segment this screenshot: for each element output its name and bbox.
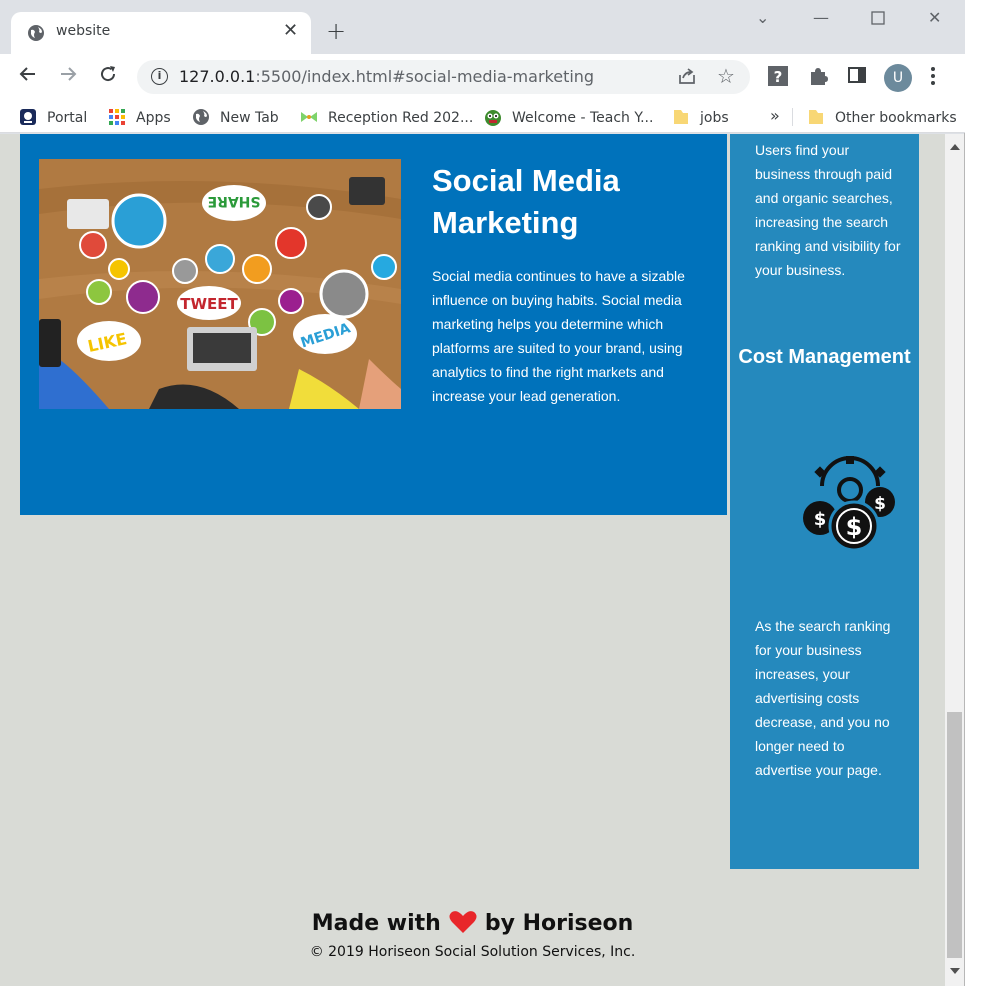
bookmark-star-icon[interactable]: ☆ bbox=[717, 64, 735, 88]
tab-search-chevron-icon[interactable]: ⌄ bbox=[756, 8, 769, 27]
section-body: Social media continues to have a sizable… bbox=[432, 268, 685, 404]
svg-text:$: $ bbox=[874, 494, 886, 514]
maximize-button[interactable] bbox=[871, 10, 885, 29]
page-viewport: SHARE TWEET LIKE MEDIA Social Media Mark… bbox=[0, 134, 945, 986]
close-window-button[interactable]: ✕ bbox=[928, 8, 941, 27]
scroll-down-arrow-icon[interactable] bbox=[950, 968, 960, 974]
share-bubble-text: SHARE bbox=[208, 193, 261, 209]
profile-avatar[interactable]: U bbox=[884, 64, 912, 92]
url-text[interactable]: 127.0.0.1:5500/index.html#social-media-m… bbox=[179, 67, 594, 86]
social-media-marketing-section: SHARE TWEET LIKE MEDIA Social Media Mark… bbox=[20, 134, 727, 515]
bookmark-portal[interactable]: Portal bbox=[19, 108, 87, 126]
extensions-puzzle-icon[interactable] bbox=[807, 65, 829, 91]
bookmarks-bar: Portal Apps New Tab Reception Red 202...… bbox=[0, 100, 965, 133]
bookmark-reception-red[interactable]: Reception Red 202... bbox=[300, 108, 473, 126]
help-extension-icon[interactable]: ? bbox=[767, 65, 789, 91]
made-with-prefix: Made with bbox=[311, 911, 441, 936]
copyright: © 2019 Horiseon Social Solution Services… bbox=[309, 944, 636, 960]
apps-grid-icon bbox=[109, 109, 125, 125]
cost-management-icon: $ $ $ bbox=[803, 456, 895, 552]
bookmark-apps[interactable]: Apps bbox=[108, 108, 171, 126]
folder-icon bbox=[809, 110, 823, 124]
svg-text:?: ? bbox=[774, 68, 783, 86]
heart-icon bbox=[449, 911, 477, 933]
menu-kebab-icon[interactable] bbox=[930, 65, 936, 91]
close-tab-icon[interactable]: ✕ bbox=[283, 21, 298, 41]
tab-website[interactable]: website ✕ bbox=[11, 12, 311, 54]
forward-button[interactable] bbox=[58, 64, 78, 89]
scrollbar-thumb[interactable] bbox=[947, 712, 962, 958]
cost-management-title: Cost Management bbox=[738, 346, 911, 368]
vertical-scrollbar[interactable] bbox=[945, 134, 964, 986]
portal-icon bbox=[20, 109, 36, 125]
minimize-button[interactable]: — bbox=[813, 8, 829, 27]
browser-window: website ✕ + ⌄ — ✕ i 127.0.0.1:5500/index… bbox=[0, 0, 965, 986]
share-icon[interactable] bbox=[677, 66, 697, 91]
scroll-up-arrow-icon[interactable] bbox=[950, 144, 960, 150]
sidebar: Users find your business through paid an… bbox=[730, 134, 919, 869]
made-with-suffix: by Horiseon bbox=[484, 911, 634, 936]
bookmark-jobs[interactable]: jobs bbox=[672, 108, 729, 126]
tab-strip: website ✕ + ⌄ — ✕ bbox=[0, 0, 965, 54]
footer: Made with by Horiseon © 2019 Horiseon Soc… bbox=[0, 906, 945, 962]
section-title: Social Media Marketing bbox=[432, 163, 620, 240]
svg-text:$: $ bbox=[814, 509, 827, 530]
bookmarks-divider bbox=[792, 108, 793, 126]
monster-icon bbox=[485, 110, 501, 126]
folder-icon bbox=[674, 110, 688, 124]
side-panel-icon[interactable] bbox=[847, 65, 867, 89]
bookmark-other[interactable]: Other bookmarks bbox=[807, 108, 957, 126]
svg-text:$: $ bbox=[846, 513, 863, 541]
more-bookmarks-chevron[interactable]: » bbox=[770, 106, 780, 125]
back-button[interactable] bbox=[18, 64, 38, 89]
globe-icon bbox=[28, 25, 44, 41]
social-media-image: SHARE TWEET LIKE MEDIA bbox=[39, 159, 401, 409]
tab-title: website bbox=[56, 23, 111, 39]
bookmark-welcome-teach[interactable]: Welcome - Teach Y... bbox=[484, 108, 653, 126]
site-info-icon[interactable]: i bbox=[151, 68, 168, 85]
bookmark-new-tab[interactable]: New Tab bbox=[192, 108, 279, 126]
cost-management-text: As the search ranking for your business … bbox=[755, 618, 891, 778]
toolbar: i 127.0.0.1:5500/index.html#social-media… bbox=[0, 54, 965, 100]
sidebar-top-text: Users find your business through paid an… bbox=[755, 142, 901, 278]
address-bar[interactable]: i 127.0.0.1:5500/index.html#social-media… bbox=[137, 60, 750, 94]
new-tab-button[interactable]: + bbox=[326, 18, 346, 44]
reload-button[interactable] bbox=[98, 64, 118, 89]
globe-icon bbox=[193, 109, 209, 125]
made-with-line: Made with by Horiseon bbox=[0, 906, 945, 942]
tweet-bubble-text: TWEET bbox=[180, 295, 238, 313]
bow-icon bbox=[301, 112, 317, 122]
